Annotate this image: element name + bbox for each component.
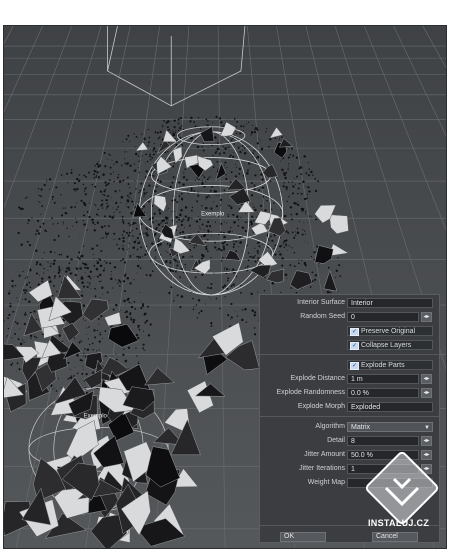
preserve-original-checkbox[interactable]: ✓ Preserve Original bbox=[347, 326, 433, 336]
collapse-layers-checkbox[interactable]: ✓ Collapse Layers bbox=[347, 340, 433, 350]
check-icon: ✓ bbox=[350, 342, 359, 350]
collapse-layers-row: ✓ Collapse Layers bbox=[260, 340, 439, 351]
explode-randomness-stepper[interactable]: ◂▸ bbox=[421, 388, 432, 398]
explode-distance-row: Explode Distance 1 m ◂▸ bbox=[260, 374, 439, 385]
explode-parts-label: Explode Parts bbox=[361, 362, 405, 369]
detail-row: Detail 8 ◂▸ bbox=[260, 436, 439, 447]
explode-morph-row: Explode Morph Exploded bbox=[260, 402, 439, 413]
random-seed-label: Random Seed bbox=[300, 313, 345, 320]
chevron-down-icon: ▼ bbox=[424, 425, 430, 431]
algorithm-value: Matrix bbox=[351, 424, 371, 431]
preserve-original-label: Preserve Original bbox=[361, 328, 416, 335]
preserve-original-row: ✓ Preserve Original bbox=[260, 326, 439, 337]
interior-surface-row: Interior Surface Interior bbox=[260, 298, 439, 309]
algorithm-row: Algorithm Matrix ▼ bbox=[260, 422, 439, 433]
algorithm-dropdown[interactable]: Matrix ▼ bbox=[347, 422, 433, 432]
explode-parts-row: ✓ Explode Parts bbox=[260, 360, 439, 371]
check-icon: ✓ bbox=[350, 362, 359, 370]
detail-stepper[interactable]: ◂▸ bbox=[421, 436, 432, 446]
explode-distance-stepper[interactable]: ◂▸ bbox=[421, 374, 432, 384]
explode-distance-label: Explode Distance bbox=[290, 375, 345, 382]
explode-randomness-label: Explode Randomness bbox=[276, 389, 346, 396]
watermark-text: INSTALUJ.CZ bbox=[368, 518, 430, 528]
random-seed-row: Random Seed 0 ◂▸ bbox=[260, 312, 439, 323]
divider bbox=[260, 354, 439, 355]
algorithm-label: Algorithm bbox=[315, 423, 345, 430]
interior-surface-label: Interior Surface bbox=[297, 299, 345, 306]
interior-surface-field[interactable]: Interior bbox=[347, 298, 433, 308]
explode-parts-checkbox[interactable]: ✓ Explode Parts bbox=[347, 360, 433, 370]
pivot-label: Exemplo bbox=[84, 413, 108, 419]
explode-randomness-field[interactable]: 0.0 % bbox=[347, 388, 419, 398]
pivot-label: Exemplo bbox=[201, 211, 225, 217]
detail-label: Detail bbox=[327, 437, 345, 444]
jitter-iterations-label: Jitter Iterations bbox=[299, 465, 345, 472]
ok-button[interactable]: OK bbox=[280, 532, 326, 542]
explode-randomness-row: Explode Randomness 0.0 % ◂▸ bbox=[260, 388, 439, 399]
random-seed-stepper[interactable]: ◂▸ bbox=[421, 312, 432, 322]
weight-map-label: Weight Map bbox=[307, 479, 345, 486]
divider bbox=[260, 416, 439, 417]
collapse-layers-label: Collapse Layers bbox=[361, 342, 412, 349]
explode-distance-field[interactable]: 1 m bbox=[347, 374, 419, 384]
explode-morph-field[interactable]: Exploded bbox=[347, 402, 433, 412]
explode-morph-label: Explode Morph bbox=[297, 403, 345, 410]
random-seed-field[interactable]: 0 bbox=[347, 312, 419, 322]
check-icon: ✓ bbox=[350, 328, 359, 336]
detail-field[interactable]: 8 bbox=[347, 436, 419, 446]
jitter-amount-label: Jitter Amount bbox=[304, 451, 345, 458]
